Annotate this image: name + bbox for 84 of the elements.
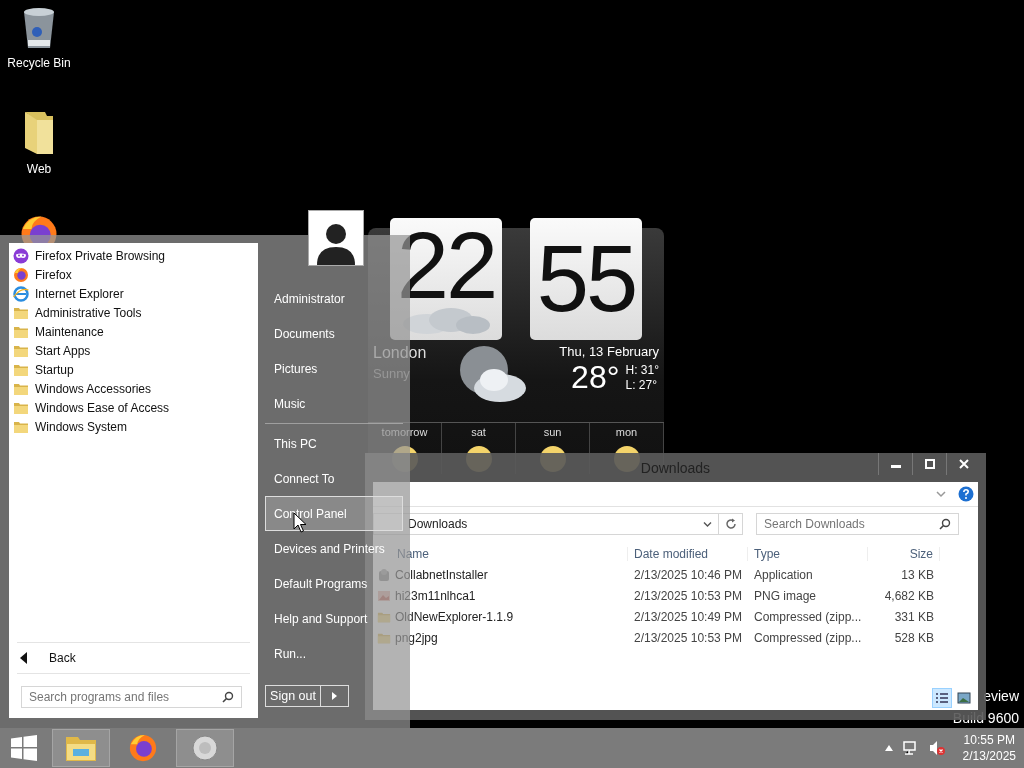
date-cell-text: 2/13/2025 10:53 PM bbox=[633, 588, 744, 603]
network-icon[interactable] bbox=[902, 740, 919, 756]
high-temperature: H: 31° bbox=[625, 363, 659, 377]
help-icon[interactable] bbox=[958, 486, 974, 502]
date-cell-text: 2/13/2025 10:46 PM bbox=[633, 567, 744, 582]
start-menu-link[interactable]: Connect To bbox=[265, 461, 340, 496]
file-name[interactable]: OldNewExplorer-1.1.9 bbox=[395, 609, 514, 624]
temperature: 28° bbox=[571, 359, 620, 396]
column-header[interactable]: Size bbox=[868, 547, 940, 561]
search-field[interactable]: Search programs and files bbox=[21, 686, 242, 708]
close-icon bbox=[958, 459, 969, 469]
chevron-down-icon bbox=[703, 520, 712, 528]
desktop-icon-label[interactable]: Web bbox=[26, 162, 52, 176]
type-cell-text: PNG image bbox=[753, 588, 818, 603]
refresh-button[interactable] bbox=[719, 513, 743, 535]
program-item[interactable]: Windows Ease of Access bbox=[11, 398, 256, 417]
program-item[interactable]: Startup bbox=[11, 360, 256, 379]
landscape-image-icon bbox=[957, 692, 971, 704]
program-item[interactable]: Start Apps bbox=[11, 341, 256, 360]
search-icon bbox=[939, 518, 951, 530]
program-item[interactable]: Windows System bbox=[11, 417, 256, 436]
file-explorer-icon bbox=[65, 734, 97, 762]
build-note: eview bbox=[983, 688, 1019, 704]
start-menu-link[interactable]: Music bbox=[265, 386, 311, 421]
forecast-day: mon bbox=[615, 426, 638, 438]
type-cell-text: Application bbox=[753, 567, 814, 582]
size-cell-text: 528 KB bbox=[893, 630, 935, 645]
weather-date: Thu, 13 February bbox=[559, 344, 659, 359]
low-temperature: L: 27° bbox=[625, 378, 658, 392]
type-cell-text: Compressed (zipp... bbox=[753, 609, 863, 624]
program-item[interactable]: Internet Explorer bbox=[11, 284, 256, 303]
chevron-down-icon[interactable] bbox=[936, 490, 946, 498]
forecast-day: sun bbox=[543, 426, 562, 438]
size-cell-text: 4,682 KB bbox=[883, 588, 935, 603]
file-name[interactable]: png2jpg bbox=[395, 630, 438, 645]
desktop-icon-label[interactable]: Recycle Bin bbox=[7, 56, 71, 70]
maximize-icon bbox=[924, 459, 935, 469]
clock-date[interactable]: 2/13/2025 bbox=[962, 749, 1016, 763]
start-menu-link[interactable]: Run... bbox=[265, 636, 311, 671]
folder-icon[interactable] bbox=[23, 110, 55, 156]
start-menu-link[interactable]: Documents bbox=[265, 316, 340, 351]
clock-time[interactable]: 10:55 PM bbox=[963, 733, 1015, 747]
date-cell-text: 2/13/2025 10:53 PM bbox=[633, 630, 744, 645]
search-field[interactable]: Search Downloads bbox=[756, 513, 959, 535]
refresh-icon bbox=[724, 518, 737, 530]
date-cell-text: 2/13/2025 10:49 PM bbox=[633, 609, 744, 624]
column-header[interactable]: Date modified bbox=[628, 547, 748, 561]
details-view-button[interactable] bbox=[932, 688, 952, 708]
program-item[interactable]: Windows Accessories bbox=[11, 379, 256, 398]
forecast-day: sat bbox=[471, 426, 486, 438]
start-menu-link[interactable]: Pictures bbox=[265, 351, 323, 386]
size-cell-text: 331 KB bbox=[893, 609, 935, 624]
shutdown-options-button[interactable] bbox=[321, 685, 349, 707]
build-note: Build 9600 bbox=[952, 710, 1019, 726]
program-item[interactable]: Maintenance bbox=[11, 322, 256, 341]
file-name[interactable]: CollabnetInstaller bbox=[395, 567, 488, 582]
details-list-icon bbox=[935, 692, 949, 704]
show-hidden-icons-icon[interactable] bbox=[884, 745, 893, 751]
back-arrow-icon bbox=[20, 652, 27, 664]
back-button[interactable]: Back bbox=[17, 642, 250, 674]
windows-logo-icon bbox=[11, 735, 37, 761]
search-icon bbox=[222, 691, 234, 703]
firefox-icon bbox=[13, 266, 29, 283]
mask-icon bbox=[13, 247, 29, 264]
start-menu-link[interactable]: Help and Support bbox=[265, 601, 373, 636]
globe-e-icon bbox=[13, 285, 29, 302]
clock-minute: 55 bbox=[536, 236, 636, 322]
firefox-icon bbox=[128, 733, 158, 763]
type-cell-text: Compressed (zipp... bbox=[753, 630, 863, 645]
start-menu-link[interactable]: This PC bbox=[265, 426, 322, 461]
size-cell-text: 13 KB bbox=[900, 567, 935, 582]
recycle-bin-icon[interactable] bbox=[21, 6, 57, 50]
right-arrow-icon bbox=[332, 692, 337, 700]
start-menu-link[interactable]: Default Programs bbox=[265, 566, 373, 601]
clock-hour: 22 bbox=[396, 223, 496, 309]
file-name[interactable]: hi23m11nlhca1 bbox=[395, 588, 476, 603]
program-item[interactable]: Administrative Tools bbox=[11, 303, 256, 322]
sign-out-button[interactable]: Sign out bbox=[265, 685, 321, 707]
start-menu-link[interactable]: Administrator bbox=[265, 281, 350, 316]
column-header[interactable]: Type bbox=[748, 547, 868, 561]
volume-muted-icon[interactable] bbox=[928, 740, 945, 756]
disc-icon bbox=[192, 735, 218, 761]
program-item[interactable]: Firefox Private Browsing bbox=[11, 246, 256, 265]
program-item[interactable]: Firefox bbox=[11, 265, 256, 284]
